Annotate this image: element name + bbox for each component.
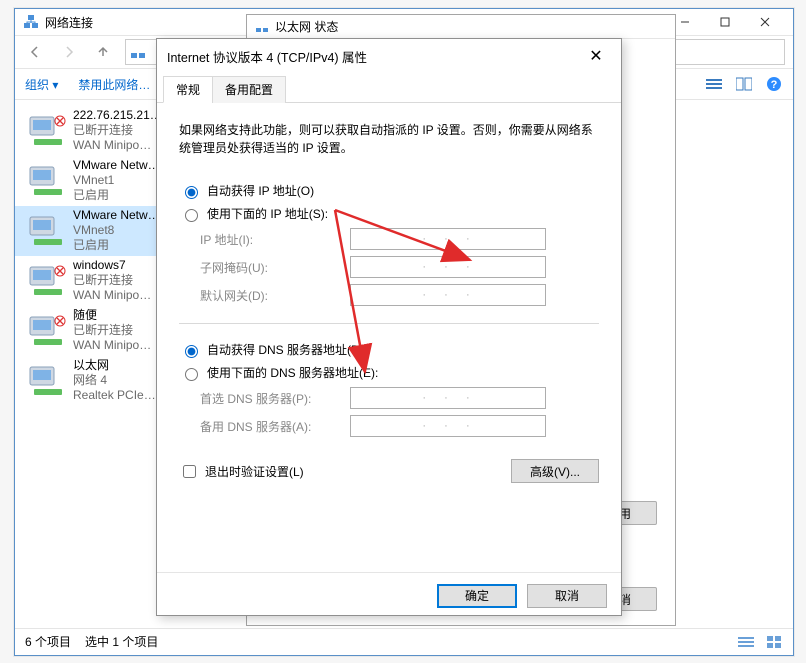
status-selected-count: 选中 1 个项目 (85, 633, 158, 650)
connection-device: WAN Minipo… (73, 288, 151, 303)
subnet-label: 子网掩码(U): (200, 259, 350, 276)
radio-dns-manual-input[interactable] (185, 368, 198, 381)
adapter-icon (23, 358, 69, 404)
adapter-icon (23, 308, 69, 354)
adapter-icon (23, 208, 69, 254)
connection-device: 已启用 (73, 238, 160, 253)
separator (179, 323, 599, 324)
dns-pref-input: · · · (350, 387, 546, 409)
adapter-icon (23, 258, 69, 304)
ok-button[interactable]: 确定 (437, 584, 517, 608)
radio-ip-manual-input[interactable] (185, 209, 198, 222)
maximize-button[interactable] (705, 11, 745, 33)
connection-name: 随便 (73, 308, 151, 323)
nav-up-icon[interactable] (91, 40, 115, 64)
nav-forward-icon[interactable] (57, 40, 81, 64)
radio-dns-auto-input[interactable] (185, 345, 198, 358)
adapter-icon (23, 108, 69, 154)
connection-state: VMnet8 (73, 223, 160, 238)
svg-text:?: ? (771, 79, 778, 91)
advanced-button[interactable]: 高级(V)... (511, 459, 599, 483)
ipv4-properties-dialog: Internet 协议版本 4 (TCP/IPv4) 属性 ✕ 常规 备用配置 … (156, 38, 622, 616)
dialog-footer: 确定 取消 (157, 572, 621, 618)
tab-general[interactable]: 常规 (163, 76, 213, 103)
large-icons-view-icon[interactable] (765, 633, 783, 651)
gateway-label: 默认网关(D): (200, 287, 350, 304)
dns-pref-label: 首选 DNS 服务器(P): (200, 390, 350, 407)
connection-name: VMware Netw… (73, 158, 160, 173)
connection-state: 已断开连接 (73, 123, 162, 138)
radio-ip-manual-label: 使用下面的 IP 地址(S): (207, 205, 328, 222)
organize-menu[interactable]: 组织 ▾ (25, 76, 58, 93)
gateway-row: 默认网关(D): · · · (200, 284, 598, 306)
radio-ip-manual[interactable]: 使用下面的 IP 地址(S): (180, 205, 598, 222)
window-controls (665, 11, 785, 33)
dns-pref-row: 首选 DNS 服务器(P): · · · (200, 387, 598, 409)
connection-name: 以太网 (73, 358, 156, 373)
dns-group: 自动获得 DNS 服务器地址(B) 使用下面的 DNS 服务器地址(E): 首选… (179, 334, 599, 444)
ip-group: 自动获得 IP 地址(O) 使用下面的 IP 地址(S): IP 地址(I): … (179, 175, 599, 313)
gateway-input: · · · (350, 284, 546, 306)
dialog-titlebar[interactable]: Internet 协议版本 4 (TCP/IPv4) 属性 ✕ (157, 39, 621, 73)
dialog-body: 如果网络支持此功能，则可以获取自动指派的 IP 设置。否则，你需要从网络系统管理… (157, 103, 621, 572)
subnet-row: 子网掩码(U): · · · (200, 256, 598, 278)
close-button[interactable] (745, 11, 785, 33)
stack-title: 以太网 状态 (275, 18, 338, 35)
network-icon (23, 14, 39, 30)
nav-back-icon[interactable] (23, 40, 47, 64)
dialog-tabs: 常规 备用配置 (157, 73, 621, 103)
close-icon[interactable]: ✕ (581, 44, 611, 68)
ip-address-input: · · · (350, 228, 546, 250)
connection-name: 222.76.215.21… (73, 108, 162, 123)
connection-state: 已断开连接 (73, 273, 151, 288)
validate-label: 退出时验证设置(L) (205, 463, 304, 480)
connection-device: Realtek PCIe… (73, 388, 156, 403)
radio-dns-auto-label: 自动获得 DNS 服务器地址(B) (207, 341, 363, 358)
dns-alt-label: 备用 DNS 服务器(A): (200, 418, 350, 435)
network-icon (255, 20, 269, 34)
tab-alternate[interactable]: 备用配置 (212, 76, 286, 103)
preview-icon[interactable] (735, 75, 753, 93)
radio-ip-auto-input[interactable] (185, 186, 198, 199)
dns-alt-row: 备用 DNS 服务器(A): · · · (200, 415, 598, 437)
adapter-icon (23, 158, 69, 204)
ip-address-row: IP 地址(I): · · · (200, 228, 598, 250)
connection-state: 网络 4 (73, 373, 156, 388)
view-icon[interactable] (705, 75, 723, 93)
ip-address-label: IP 地址(I): (200, 231, 350, 248)
cancel-button[interactable]: 取消 (527, 584, 607, 608)
disable-network-button[interactable]: 禁用此网络… (78, 76, 150, 93)
connection-name: windows7 (73, 258, 151, 273)
network-icon (130, 44, 146, 60)
radio-dns-manual[interactable]: 使用下面的 DNS 服务器地址(E): (180, 364, 598, 381)
radio-dns-auto[interactable]: 自动获得 DNS 服务器地址(B) (180, 341, 598, 358)
subnet-input: · · · (350, 256, 546, 278)
dns-alt-input: · · · (350, 415, 546, 437)
dialog-description: 如果网络支持此功能，则可以获取自动指派的 IP 设置。否则，你需要从网络系统管理… (179, 121, 599, 157)
radio-ip-auto[interactable]: 自动获得 IP 地址(O) (180, 182, 598, 199)
explorer-statusbar: 6 个项目 选中 1 个项目 (15, 628, 793, 654)
radio-dns-manual-label: 使用下面的 DNS 服务器地址(E): (207, 364, 378, 381)
dialog-title: Internet 协议版本 4 (TCP/IPv4) 属性 (167, 47, 367, 66)
connection-device: WAN Minipo… (73, 138, 162, 153)
connection-state: VMnet1 (73, 173, 160, 188)
radio-ip-auto-label: 自动获得 IP 地址(O) (207, 182, 314, 199)
help-icon[interactable]: ? (765, 75, 783, 93)
connection-name: VMware Netw… (73, 208, 160, 223)
details-view-icon[interactable] (737, 633, 755, 651)
connection-device: 已启用 (73, 188, 160, 203)
connection-state: 已断开连接 (73, 323, 151, 338)
status-item-count: 6 个项目 (25, 633, 71, 650)
validate-checkbox[interactable] (183, 465, 196, 478)
stack-titlebar[interactable]: 以太网 状态 (247, 15, 675, 39)
connection-device: WAN Minipo… (73, 338, 151, 353)
